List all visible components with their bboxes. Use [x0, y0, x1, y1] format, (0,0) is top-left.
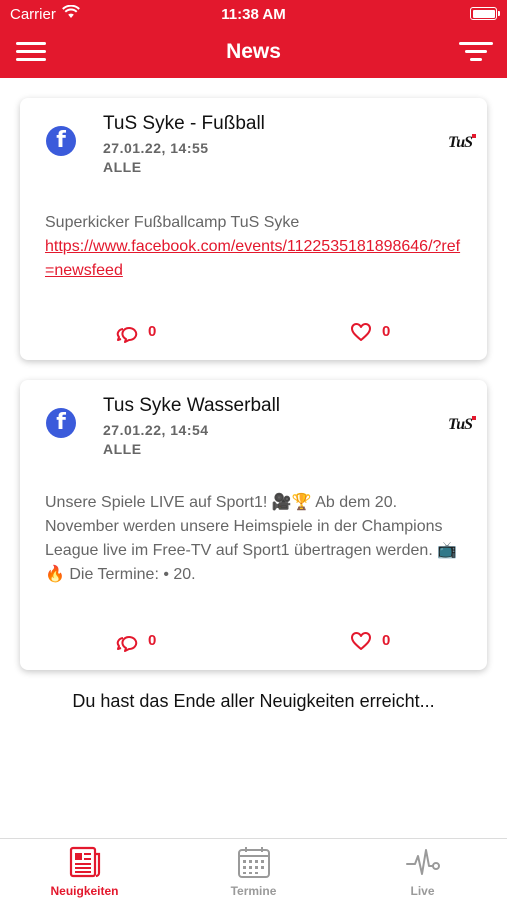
- calendar-icon: [238, 847, 270, 878]
- tab-live[interactable]: Live: [338, 839, 507, 900]
- page-title: News: [226, 40, 281, 63]
- facebook-icon: [46, 408, 76, 438]
- post-link[interactable]: https://www.facebook.com/events/11225351…: [45, 235, 465, 283]
- post-text: Superkicker Fußballcamp TuS Syke https:/…: [45, 211, 465, 283]
- heart-icon: [351, 323, 371, 341]
- post-text: Unsere Spiele LIVE auf Sport1! 🎥🏆 Ab dem…: [45, 494, 458, 583]
- tab-label: Termine: [230, 884, 277, 898]
- newspaper-icon: [69, 846, 101, 878]
- tab-bar: Neuigkeiten Termine Live: [0, 838, 507, 900]
- news-card[interactable]: TuS Syke - Fußball 27.01.22, 14:55 ALLE …: [20, 98, 487, 360]
- post-category: ALLE: [103, 159, 142, 175]
- tab-label: Live: [410, 884, 435, 898]
- club-logo: TuS: [448, 416, 476, 434]
- status-bar: Carrier 11:38 AM: [0, 0, 507, 28]
- battery-icon: [470, 7, 500, 20]
- pulse-icon: [406, 849, 440, 875]
- like-button[interactable]: 0: [350, 630, 410, 654]
- news-card[interactable]: Tus Syke Wasserball 27.01.22, 14:54 ALLE…: [20, 380, 487, 670]
- comment-button[interactable]: 0: [116, 321, 176, 345]
- club-logo: TuS: [448, 134, 476, 152]
- filter-button[interactable]: [459, 42, 493, 62]
- comment-count: 0: [148, 323, 157, 340]
- comment-icon: [116, 327, 138, 343]
- post-date: 27.01.22, 14:55: [103, 140, 209, 156]
- post-category: ALLE: [103, 441, 142, 457]
- post-author: Tus Syke Wasserball: [103, 395, 281, 416]
- comment-button[interactable]: 0: [116, 630, 176, 654]
- end-of-feed-message: Du hast das Ende aller Neuigkeiten errei…: [72, 691, 435, 711]
- facebook-icon: [46, 126, 76, 156]
- like-button[interactable]: 0: [350, 321, 410, 345]
- tab-neuigkeiten[interactable]: Neuigkeiten: [0, 839, 169, 900]
- filter-icon: [459, 42, 493, 45]
- post-body: Superkicker Fußballcamp TuS Syke: [45, 214, 300, 231]
- tab-label: Neuigkeiten: [50, 884, 119, 898]
- post-author: TuS Syke - Fußball: [103, 113, 265, 134]
- post-date: 27.01.22, 14:54: [103, 422, 209, 438]
- clock: 11:38 AM: [221, 6, 286, 23]
- like-count: 0: [382, 323, 391, 340]
- like-count: 0: [382, 632, 391, 649]
- comment-count: 0: [148, 632, 157, 649]
- tab-termine[interactable]: Termine: [169, 839, 338, 900]
- heart-icon: [351, 632, 371, 650]
- top-bar: Carrier 11:38 AM News: [0, 0, 507, 78]
- comment-icon: [116, 636, 138, 652]
